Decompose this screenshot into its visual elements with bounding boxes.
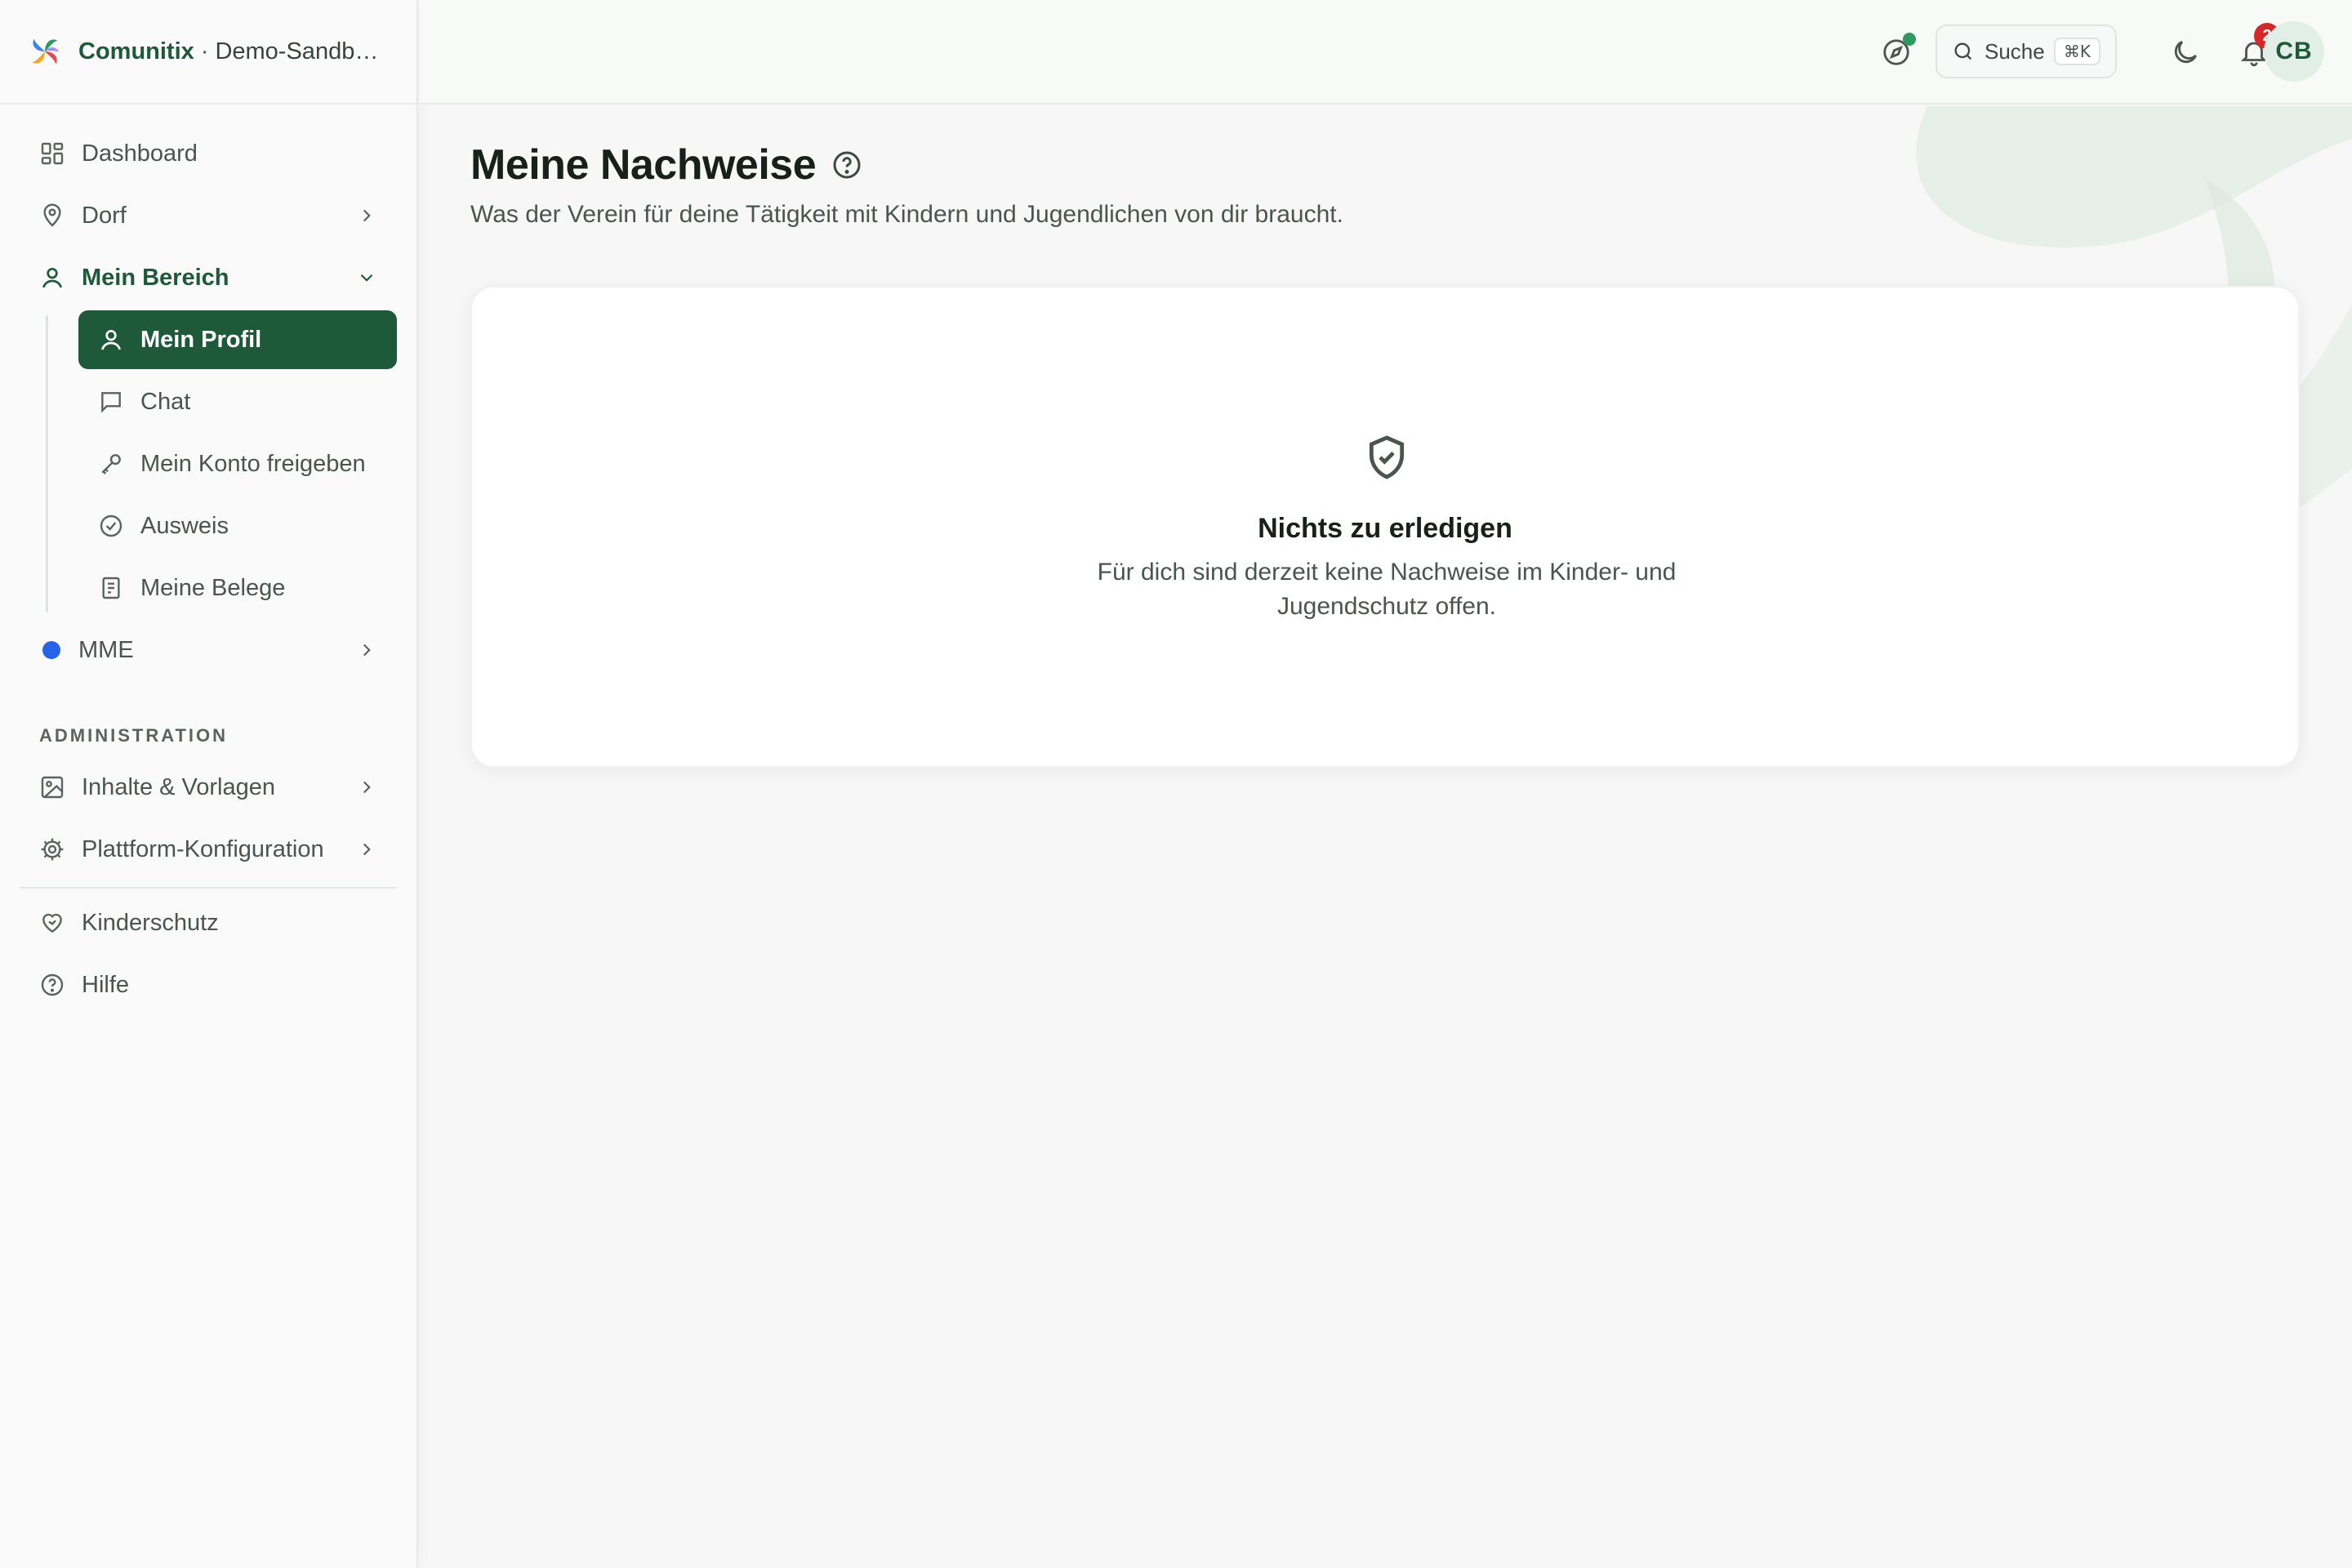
mein-bereich-subnav: Mein Profil Chat Mein Konto freigeben Au…	[46, 310, 416, 617]
sidebar-item-chat[interactable]: Chat	[78, 372, 397, 431]
sidebar-item-label: Mein Bereich	[82, 264, 229, 291]
image-icon	[41, 776, 64, 799]
chevron-right-icon	[363, 209, 371, 222]
search-button[interactable]: Suche ⌘K	[1936, 24, 2117, 78]
chat-icon	[101, 392, 121, 413]
sidebar-item-label: Hilfe	[82, 971, 130, 998]
avatar[interactable]: CB	[2264, 21, 2324, 82]
page-subtitle: Was der Verein für deine Tätigkeit mit K…	[470, 201, 1343, 228]
user-icon	[101, 330, 121, 350]
empty-state-title: Nichts zu erledigen	[1258, 513, 1512, 544]
chevron-down-icon	[360, 274, 373, 282]
mme-color-dot	[42, 641, 60, 659]
sidebar-item-label: Dashboard	[82, 140, 198, 167]
moon-icon	[2174, 41, 2197, 64]
chevron-right-icon	[363, 644, 371, 657]
help-circle-icon[interactable]	[831, 149, 863, 181]
sidebar-item-label: Mein Profil	[140, 326, 262, 353]
main-nav: Dashboard Dorf Mein Bereich Mein Profil …	[0, 105, 416, 1014]
heart-handshake-icon	[42, 913, 62, 933]
page-header: Meine Nachweise	[470, 140, 863, 189]
empty-state-card: Nichts zu erledigen Für dich sind derzei…	[470, 286, 2300, 768]
sidebar-item-label: Mein Konto freigeben	[140, 450, 366, 477]
sidebar-item-mme[interactable]: MME	[20, 621, 397, 679]
search-shortcut: ⌘K	[2053, 38, 2100, 65]
key-icon	[101, 454, 121, 474]
status-button[interactable]	[1870, 26, 1922, 78]
sidebar-item-mein-profil[interactable]: Mein Profil	[78, 310, 397, 369]
sidebar-item-label: MME	[78, 636, 134, 663]
status-online-dot	[1903, 33, 1916, 46]
sidebar-item-ausweis[interactable]: Ausweis	[78, 497, 397, 555]
sidebar: Comunitix · Demo-Sandb… Dashboard Dorf M…	[0, 0, 418, 1568]
sidebar-item-kinderschutz[interactable]: Kinderschutz	[20, 893, 397, 952]
sidebar-item-hilfe[interactable]: Hilfe	[20, 956, 397, 1014]
dashboard-icon	[41, 142, 64, 165]
sidebar-item-plattform-konfiguration[interactable]: Plattform-Konfiguration	[20, 820, 397, 879]
sidebar-item-dorf[interactable]: Dorf	[20, 186, 397, 245]
sidebar-item-mein-konto-freigeben[interactable]: Mein Konto freigeben	[78, 434, 397, 493]
sidebar-item-label: Inhalte & Vorlagen	[82, 773, 276, 800]
main-content: Meine Nachweise Was der Verein für deine…	[420, 106, 2352, 1568]
page-title: Meine Nachweise	[470, 141, 817, 189]
receipt-icon	[102, 577, 120, 599]
empty-state-text: Für dich sind derzeit keine Nachweise im…	[1097, 559, 1677, 620]
user-icon	[42, 268, 62, 288]
gear-icon	[41, 838, 64, 861]
search-label: Suche	[1984, 38, 2045, 64]
brand-name: Comunitix	[78, 38, 194, 65]
sidebar-item-label: Meine Belege	[140, 574, 286, 601]
sidebar-item-label: Ausweis	[140, 512, 229, 539]
sidebar-item-label: Dorf	[82, 202, 127, 229]
brand-header[interactable]: Comunitix · Demo-Sandb…	[0, 0, 416, 105]
sidebar-item-meine-belege[interactable]: Meine Belege	[78, 559, 397, 617]
badge-check-icon	[100, 514, 122, 537]
top-bar: Suche ⌘K 2 CB	[420, 0, 2352, 105]
sidebar-item-inhalte-vorlagen[interactable]: Inhalte & Vorlagen	[20, 758, 397, 817]
comunitix-logo-icon	[32, 38, 60, 65]
sidebar-item-label: Kinderschutz	[82, 909, 219, 936]
sidebar-item-dashboard[interactable]: Dashboard	[20, 124, 397, 183]
tenant-name: Demo-Sandb…	[215, 38, 379, 65]
map-pin-icon	[43, 203, 61, 227]
search-icon	[1954, 42, 1972, 60]
brand-separator: ·	[200, 38, 209, 65]
sidebar-item-label: Plattform-Konfiguration	[82, 835, 324, 862]
chevron-right-icon	[363, 781, 371, 794]
sidebar-item-label: Chat	[140, 388, 191, 415]
help-circle-icon	[41, 973, 64, 996]
shield-check-icon	[1369, 435, 1405, 479]
chevron-right-icon	[363, 843, 371, 856]
sidebar-divider	[20, 887, 397, 889]
sidebar-item-mein-bereich[interactable]: Mein Bereich	[20, 248, 397, 307]
theme-toggle-button[interactable]	[2159, 26, 2212, 78]
section-label-administration: ADMINISTRATION	[39, 725, 229, 746]
